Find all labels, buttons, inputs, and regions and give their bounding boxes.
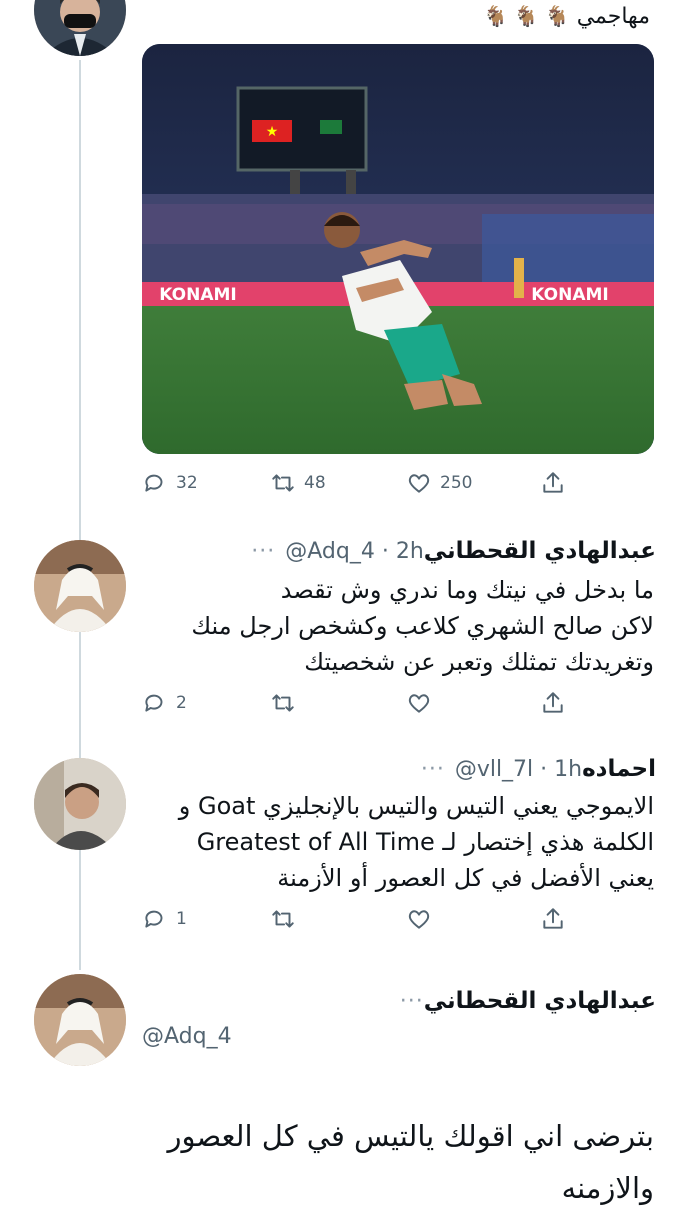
tweet-actions: 1 — [142, 902, 662, 936]
tweet-text-line: ما بدخل في نيتك وما ندري وش تقصد — [280, 576, 654, 604]
like-button[interactable]: 250 — [406, 466, 472, 500]
share-button[interactable] — [540, 902, 574, 936]
heart-icon — [406, 690, 432, 716]
reply-count: 32 — [176, 473, 198, 493]
tweet-actions: 2 — [142, 686, 662, 720]
goat-emoji: 🐐 — [513, 4, 539, 28]
tweet-header: ··· @vll_7l · 1h احماده — [142, 752, 656, 786]
reply-icon — [142, 690, 168, 716]
user-handle[interactable]: @vll_7l · 1h — [455, 757, 582, 782]
retweet-count: 48 — [304, 473, 326, 493]
more-options-button[interactable]: ··· — [251, 539, 275, 564]
share-icon — [540, 690, 566, 716]
tweet-media-image[interactable]: ★ KONAMI KONAMI — [142, 44, 654, 454]
tweet-text-label: مهاجمي — [576, 4, 650, 29]
retweet-button[interactable] — [270, 686, 304, 720]
tweet-text: بترضى اني اقولك يالتيس في كل العصور والا… — [20, 1110, 654, 1214]
more-options-button[interactable]: ··· — [421, 757, 445, 782]
avatar[interactable] — [34, 974, 126, 1066]
display-name[interactable]: احماده — [582, 756, 656, 782]
tweet-text-line: الكلمة هذي إختصار لـ Greatest of All Tim… — [196, 828, 654, 856]
svg-text:★: ★ — [266, 124, 279, 140]
konami-banner-left: KONAMI — [159, 285, 237, 305]
heart-icon — [406, 470, 432, 496]
tweet-text-line: بترضى اني اقولك يالتيس في كل العصور — [167, 1119, 654, 1153]
tweet-text: ما بدخل في نيتك وما ندري وش تقصد لاكن صا… — [142, 572, 654, 680]
tweet-text-line: وتغريدتك تمثلك وتعبر عن شخصيتك — [304, 648, 654, 676]
konami-banner-right: KONAMI — [531, 285, 609, 305]
share-button[interactable] — [540, 686, 574, 720]
share-button[interactable] — [540, 466, 574, 500]
retweet-icon — [270, 690, 296, 716]
retweet-icon — [270, 906, 296, 932]
heart-icon — [406, 906, 432, 932]
reply-button[interactable]: 32 — [142, 466, 198, 500]
retweet-icon — [270, 470, 296, 496]
display-name[interactable]: عبدالهادي القحطاني — [424, 538, 656, 564]
tweet-text: مهاجمي 🐐🐐🐐 — [477, 4, 650, 29]
more-options-button[interactable]: ··· — [400, 989, 424, 1014]
tweet-actions: 32 48 250 — [142, 466, 662, 500]
retweet-button[interactable]: 48 — [270, 466, 326, 500]
share-icon — [540, 906, 566, 932]
avatar[interactable] — [34, 0, 126, 56]
goat-emoji: 🐐 — [544, 4, 570, 28]
reply-count: 1 — [176, 909, 187, 929]
avatar[interactable] — [34, 758, 126, 850]
tweet-text-line: الايموجي يعني التيس والتيس بالإنجليزي Go… — [178, 792, 654, 820]
goat-emoji: 🐐 — [482, 4, 508, 28]
like-button[interactable] — [406, 686, 440, 720]
reply-icon — [142, 906, 168, 932]
tweet-text: الايموجي يعني التيس والتيس بالإنجليزي Go… — [142, 788, 654, 896]
reply-button[interactable]: 1 — [142, 902, 187, 936]
user-handle[interactable]: @Adq_4 — [142, 1024, 232, 1049]
share-icon — [540, 470, 566, 496]
retweet-button[interactable] — [270, 902, 304, 936]
avatar[interactable] — [34, 540, 126, 632]
like-button[interactable] — [406, 902, 440, 936]
reply-icon — [142, 470, 168, 496]
tweet-text-line: والازمنه — [561, 1171, 654, 1205]
user-handle[interactable]: @Adq_4 · 2h — [285, 539, 424, 564]
tweet-header: ··· @Adq_4 · 2h عبدالهادي القحطاني — [142, 534, 656, 568]
tweet-header: ··· عبدالهادي القحطاني — [142, 984, 656, 1018]
reply-count: 2 — [176, 693, 187, 713]
tweet-text-line: يعني الأفضل في كل العصور أو الأزمنة — [277, 864, 654, 892]
tweet-text-line: لاكن صالح الشهري كلاعب وكشخص ارجل منك — [191, 612, 654, 640]
reply-button[interactable]: 2 — [142, 686, 187, 720]
display-name[interactable]: عبدالهادي القحطاني — [424, 988, 656, 1014]
like-count: 250 — [440, 473, 473, 493]
